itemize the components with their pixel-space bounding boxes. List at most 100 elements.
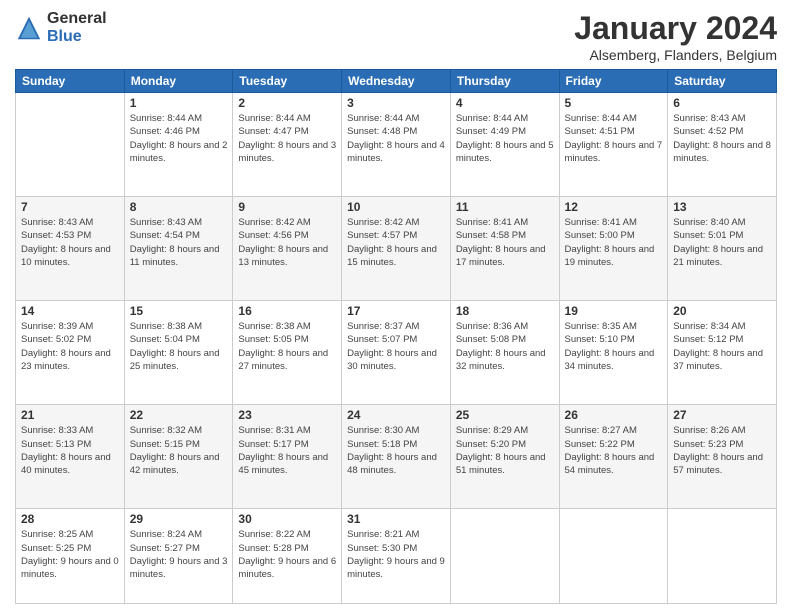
day-number: 25 — [456, 408, 554, 422]
page: General Blue January 2024 Alsemberg, Fla… — [0, 0, 792, 612]
table-row: 15Sunrise: 8:38 AM Sunset: 5:04 PM Dayli… — [124, 301, 233, 405]
day-info: Sunrise: 8:27 AM Sunset: 5:22 PM Dayligh… — [565, 424, 663, 477]
day-info: Sunrise: 8:25 AM Sunset: 5:25 PM Dayligh… — [21, 528, 119, 581]
day-number: 13 — [673, 200, 771, 214]
day-info: Sunrise: 8:22 AM Sunset: 5:28 PM Dayligh… — [238, 528, 336, 581]
day-number: 15 — [130, 304, 228, 318]
day-info: Sunrise: 8:26 AM Sunset: 5:23 PM Dayligh… — [673, 424, 771, 477]
calendar-week-row: 21Sunrise: 8:33 AM Sunset: 5:13 PM Dayli… — [16, 405, 777, 509]
table-row: 3 Sunrise: 8:44 AM Sunset: 4:48 PM Daylig… — [342, 93, 451, 197]
table-row: 10 Sunrise: 8:42 AM Sunset: 4:57 PM Dayli… — [342, 197, 451, 301]
title-block: January 2024 Alsemberg, Flanders, Belgiu… — [574, 10, 777, 63]
day-number: 20 — [673, 304, 771, 318]
day-info: Sunrise: 8:40 AM Sunset: 5:01 PM Dayligh… — [673, 216, 771, 269]
table-row: 18 Sunrise: 8:36 AM Sunset: 5:08 PM Dayli… — [450, 301, 559, 405]
day-number: 18 — [456, 304, 554, 318]
calendar-header-row: Sunday Monday Tuesday Wednesday Thursday… — [16, 70, 777, 93]
table-row — [668, 509, 777, 604]
day-number: 21 — [21, 408, 119, 422]
day-info: Sunrise: 8:36 AM Sunset: 5:08 PM Dayligh… — [456, 320, 554, 373]
day-number: 12 — [565, 200, 663, 214]
header-friday: Friday — [559, 70, 668, 93]
day-number: 7 — [21, 200, 119, 214]
table-row: 2 Sunrise: 8:44 AM Sunset: 4:47 PM Daylig… — [233, 93, 342, 197]
day-info: Sunrise: 8:42 AM Sunset: 4:57 PM Dayligh… — [347, 216, 445, 269]
day-number: 4 — [456, 96, 554, 110]
day-number: 28 — [21, 512, 119, 526]
logo-text: General Blue — [47, 10, 107, 45]
day-info: Sunrise: 8:43 AM Sunset: 4:54 PM Dayligh… — [130, 216, 228, 269]
calendar-week-row: 7 Sunrise: 8:43 AM Sunset: 4:53 PM Daylig… — [16, 197, 777, 301]
table-row — [16, 93, 125, 197]
header-wednesday: Wednesday — [342, 70, 451, 93]
table-row: 21Sunrise: 8:33 AM Sunset: 5:13 PM Dayli… — [16, 405, 125, 509]
header-thursday: Thursday — [450, 70, 559, 93]
table-row: 20Sunrise: 8:34 AM Sunset: 5:12 PM Dayli… — [668, 301, 777, 405]
day-info: Sunrise: 8:43 AM Sunset: 4:52 PM Dayligh… — [673, 112, 771, 165]
day-info: Sunrise: 8:32 AM Sunset: 5:15 PM Dayligh… — [130, 424, 228, 477]
day-info: Sunrise: 8:41 AM Sunset: 5:00 PM Dayligh… — [565, 216, 663, 269]
day-number: 27 — [673, 408, 771, 422]
table-row: 31 Sunrise: 8:21 AM Sunset: 5:30 PM Dayli… — [342, 509, 451, 604]
table-row: 11 Sunrise: 8:41 AM Sunset: 4:58 PM Dayli… — [450, 197, 559, 301]
day-info: Sunrise: 8:29 AM Sunset: 5:20 PM Dayligh… — [456, 424, 554, 477]
day-info: Sunrise: 8:44 AM Sunset: 4:48 PM Dayligh… — [347, 112, 445, 165]
day-number: 22 — [130, 408, 228, 422]
table-row: 17Sunrise: 8:37 AM Sunset: 5:07 PM Dayli… — [342, 301, 451, 405]
day-number: 9 — [238, 200, 336, 214]
table-row: 12 Sunrise: 8:41 AM Sunset: 5:00 PM Dayli… — [559, 197, 668, 301]
table-row: 16 Sunrise: 8:38 AM Sunset: 5:05 PM Dayli… — [233, 301, 342, 405]
calendar-table: Sunday Monday Tuesday Wednesday Thursday… — [15, 69, 777, 604]
table-row: 6Sunrise: 8:43 AM Sunset: 4:52 PM Daylig… — [668, 93, 777, 197]
table-row: 30 Sunrise: 8:22 AM Sunset: 5:28 PM Dayli… — [233, 509, 342, 604]
day-number: 29 — [130, 512, 228, 526]
day-info: Sunrise: 8:21 AM Sunset: 5:30 PM Dayligh… — [347, 528, 445, 581]
table-row: 14 Sunrise: 8:39 AM Sunset: 5:02 PM Dayli… — [16, 301, 125, 405]
day-number: 11 — [456, 200, 554, 214]
logo-blue-text: Blue — [47, 28, 107, 46]
day-number: 30 — [238, 512, 336, 526]
day-info: Sunrise: 8:31 AM Sunset: 5:17 PM Dayligh… — [238, 424, 336, 477]
table-row: 9Sunrise: 8:42 AM Sunset: 4:56 PM Daylig… — [233, 197, 342, 301]
table-row — [559, 509, 668, 604]
day-number: 16 — [238, 304, 336, 318]
day-number: 8 — [130, 200, 228, 214]
logo-icon — [15, 14, 43, 42]
day-info: Sunrise: 8:43 AM Sunset: 4:53 PM Dayligh… — [21, 216, 119, 269]
table-row: 26Sunrise: 8:27 AM Sunset: 5:22 PM Dayli… — [559, 405, 668, 509]
day-info: Sunrise: 8:39 AM Sunset: 5:02 PM Dayligh… — [21, 320, 119, 373]
calendar-week-row: 14 Sunrise: 8:39 AM Sunset: 5:02 PM Dayli… — [16, 301, 777, 405]
month-title: January 2024 — [574, 10, 777, 47]
day-number: 23 — [238, 408, 336, 422]
table-row: 22 Sunrise: 8:32 AM Sunset: 5:15 PM Dayli… — [124, 405, 233, 509]
day-number: 14 — [21, 304, 119, 318]
table-row: 25 Sunrise: 8:29 AM Sunset: 5:20 PM Dayli… — [450, 405, 559, 509]
day-number: 2 — [238, 96, 336, 110]
day-info: Sunrise: 8:38 AM Sunset: 5:05 PM Dayligh… — [238, 320, 336, 373]
day-number: 3 — [347, 96, 445, 110]
table-row: 7 Sunrise: 8:43 AM Sunset: 4:53 PM Daylig… — [16, 197, 125, 301]
day-number: 19 — [565, 304, 663, 318]
table-row: 23 Sunrise: 8:31 AM Sunset: 5:17 PM Dayli… — [233, 405, 342, 509]
day-info: Sunrise: 8:30 AM Sunset: 5:18 PM Dayligh… — [347, 424, 445, 477]
table-row: 8 Sunrise: 8:43 AM Sunset: 4:54 PM Daylig… — [124, 197, 233, 301]
day-info: Sunrise: 8:41 AM Sunset: 4:58 PM Dayligh… — [456, 216, 554, 269]
day-number: 5 — [565, 96, 663, 110]
day-number: 17 — [347, 304, 445, 318]
table-row: 19 Sunrise: 8:35 AM Sunset: 5:10 PM Dayli… — [559, 301, 668, 405]
day-info: Sunrise: 8:44 AM Sunset: 4:46 PM Dayligh… — [130, 112, 228, 165]
calendar-week-row: 1Sunrise: 8:44 AM Sunset: 4:46 PM Daylig… — [16, 93, 777, 197]
logo: General Blue — [15, 10, 107, 45]
day-info: Sunrise: 8:44 AM Sunset: 4:51 PM Dayligh… — [565, 112, 663, 165]
table-row: 5 Sunrise: 8:44 AM Sunset: 4:51 PM Daylig… — [559, 93, 668, 197]
day-info: Sunrise: 8:35 AM Sunset: 5:10 PM Dayligh… — [565, 320, 663, 373]
day-number: 10 — [347, 200, 445, 214]
day-info: Sunrise: 8:24 AM Sunset: 5:27 PM Dayligh… — [130, 528, 228, 581]
header-saturday: Saturday — [668, 70, 777, 93]
header-sunday: Sunday — [16, 70, 125, 93]
header-monday: Monday — [124, 70, 233, 93]
table-row: 29 Sunrise: 8:24 AM Sunset: 5:27 PM Dayli… — [124, 509, 233, 604]
day-number: 31 — [347, 512, 445, 526]
day-info: Sunrise: 8:44 AM Sunset: 4:47 PM Dayligh… — [238, 112, 336, 165]
table-row: 13 Sunrise: 8:40 AM Sunset: 5:01 PM Dayli… — [668, 197, 777, 301]
